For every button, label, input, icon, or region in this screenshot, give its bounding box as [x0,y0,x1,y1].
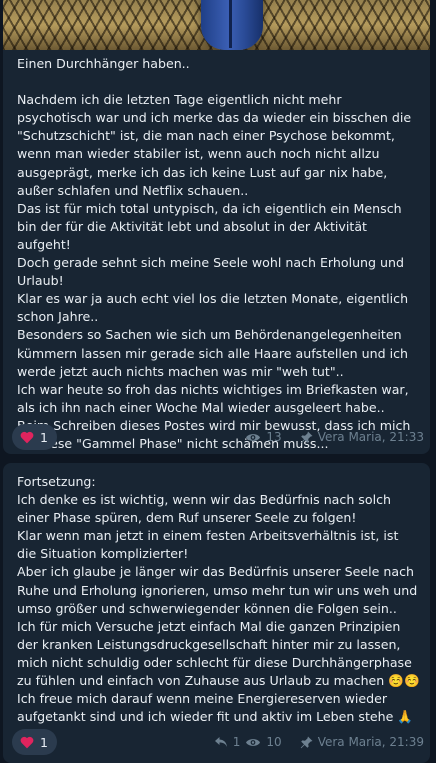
author-time: Vera Maria, 21:39 [317,735,424,749]
reaction-count: 1 [40,429,48,445]
message-footer: 1 13 Vera Maria, 21:33 [3,424,430,452]
post-photo[interactable] [3,0,430,50]
reaction-count: 1 [40,734,48,750]
author-time: Vera Maria, 21:33 [317,430,424,444]
pin-icon [300,736,313,748]
message-bubble[interactable]: Fortsetzung: Ich denke es ist wichtig, w… [3,463,430,763]
reaction-button[interactable]: 1 [12,729,57,755]
channel-feed: Einen Durchhänger haben.. Nachdem ich di… [0,0,436,763]
reply-count[interactable]: 1 [233,735,241,749]
eye-icon [246,433,261,441]
message-text: Fortsetzung: Ich denke es ist wichtig, w… [17,474,420,725]
reply-icon[interactable] [214,736,228,748]
reaction-button[interactable]: 1 [12,424,57,450]
view-count: 10 [266,735,282,749]
message-meta: 13 Vera Maria, 21:33 [245,430,424,444]
heart-icon [20,736,34,748]
view-count: 13 [266,430,282,444]
jeans-legs-image [201,0,263,50]
message-meta: 1 10 Vera Maria, 21:39 [214,735,424,749]
message-text: Einen Durchhänger haben.. Nachdem ich di… [17,56,412,451]
message-bubble[interactable]: Einen Durchhänger haben.. Nachdem ich di… [3,0,430,454]
eye-icon [246,738,261,746]
pin-icon [300,431,313,443]
message-footer: 1 1 10 Vera Maria, 21:39 [3,729,430,757]
heart-icon [20,431,34,443]
